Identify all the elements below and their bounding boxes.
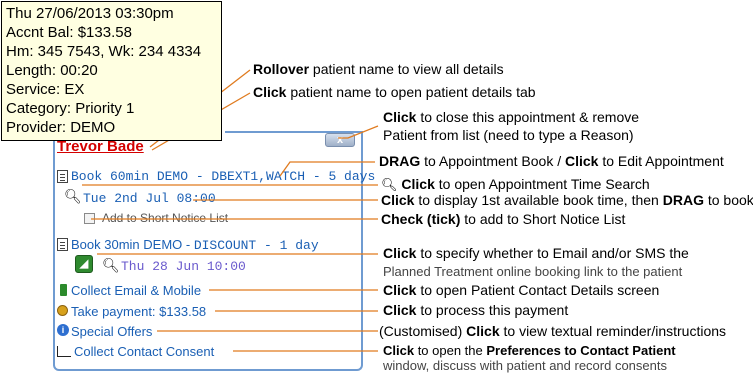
tooltip-phone: Hm: 345 7543, Wk: 234 4334 (6, 43, 202, 60)
tooltip-category: Category: Priority 1 (6, 100, 135, 117)
tooltip-balance: Accnt Bal: $133.58 (6, 24, 132, 41)
tooltip-datetime: Thu 27/06/2013 03:30pm (6, 5, 174, 22)
tooltip-service: Service: EX (6, 81, 85, 98)
patient-tooltip: Thu 27/06/2013 03:30pm Accnt Bal: $133.5… (1, 1, 222, 141)
tooltip-provider: Provider: DEMO (6, 119, 116, 136)
tooltip-length: Length: 00:20 (6, 62, 98, 79)
